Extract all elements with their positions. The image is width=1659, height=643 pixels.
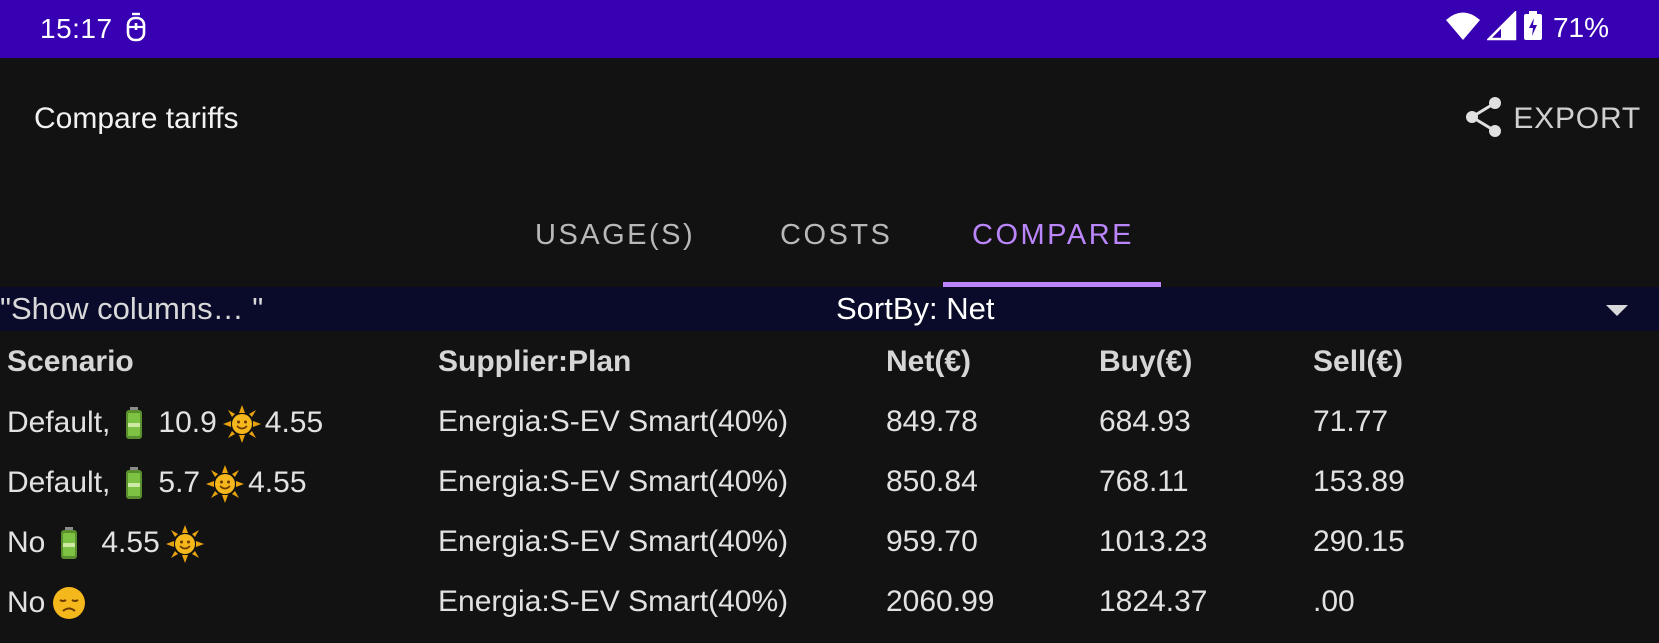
column-header-sell[interactable]: Sell(€) bbox=[1313, 345, 1403, 379]
scenario-cell: Default, 10.9 4.55 bbox=[7, 405, 324, 443]
sun-icon bbox=[206, 465, 245, 503]
net-cell: 849.78 bbox=[886, 405, 978, 438]
solar-value: 4.55 bbox=[264, 406, 324, 439]
export-label: EXPORT bbox=[1513, 102, 1641, 135]
solar-value: 4.55 bbox=[248, 466, 307, 499]
chevron-down-icon[interactable] bbox=[1606, 305, 1628, 316]
scenario-prefix: Default, bbox=[7, 466, 111, 499]
column-header-net[interactable]: Net(€) bbox=[886, 345, 971, 379]
battery-value: 5.7 bbox=[158, 466, 201, 499]
sun-icon bbox=[165, 525, 204, 563]
table-row[interactable]: Default, 5.7 4.55 Energia:S-EV Smart(40%… bbox=[0, 455, 1659, 515]
status-indicators: 71% bbox=[1445, 8, 1609, 48]
battery-icon bbox=[116, 405, 152, 441]
tab-compare[interactable]: COMPARE bbox=[972, 219, 1134, 269]
battery-icon bbox=[116, 465, 152, 501]
sort-by-dropdown[interactable]: SortBy: Net bbox=[836, 290, 995, 328]
column-header-buy[interactable]: Buy(€) bbox=[1099, 345, 1192, 379]
sun-icon bbox=[222, 405, 261, 443]
net-cell: 850.84 bbox=[886, 465, 978, 498]
scenario-prefix: No bbox=[7, 526, 46, 559]
accessibility-icon bbox=[124, 10, 148, 46]
battery-value: 10.9 bbox=[158, 406, 217, 439]
sell-cell: 290.15 bbox=[1313, 525, 1405, 558]
status-time: 15:17 bbox=[40, 13, 113, 44]
sell-cell: .00 bbox=[1313, 585, 1355, 618]
solar-value: 4.55 bbox=[101, 526, 160, 559]
sad-face-icon bbox=[51, 585, 87, 621]
show-columns-button[interactable]: "Show columns… " bbox=[0, 290, 263, 328]
table-header-row: Scenario Supplier:Plan Net(€) Buy(€) Sel… bbox=[0, 331, 1659, 395]
wifi-icon bbox=[1445, 11, 1481, 46]
battery-charging-icon bbox=[1523, 10, 1543, 46]
table-row[interactable]: No 4.55 Energia:S-EV Smart(40%) 959.70 1… bbox=[0, 515, 1659, 575]
scenario-cell: Default, 5.7 4.55 bbox=[7, 465, 307, 503]
table-row[interactable]: No Energia:S-EV Smart(40%) 2060.99 1824.… bbox=[0, 575, 1659, 635]
compare-table: Scenario Supplier:Plan Net(€) Buy(€) Sel… bbox=[0, 331, 1659, 635]
status-bar: 15:17 71% bbox=[0, 0, 1659, 58]
plan-cell: Energia:S-EV Smart(40%) bbox=[438, 525, 789, 558]
plan-cell: Energia:S-EV Smart(40%) bbox=[438, 465, 789, 498]
filter-bar: "Show columns… " SortBy: Net bbox=[0, 287, 1659, 331]
plan-cell: Energia:S-EV Smart(40%) bbox=[438, 585, 789, 618]
page-title: Compare tariffs bbox=[34, 102, 239, 135]
battery-icon bbox=[51, 525, 87, 561]
app-bar: Compare tariffs EXPORT bbox=[0, 58, 1659, 183]
tab-bar: USAGE(S) COSTS COMPARE bbox=[0, 183, 1659, 287]
signal-icon bbox=[1485, 9, 1517, 46]
tab-costs[interactable]: COSTS bbox=[780, 219, 892, 269]
scenario-cell: No 4.55 bbox=[7, 525, 204, 563]
sell-cell: 71.77 bbox=[1313, 405, 1389, 438]
plan-cell: Energia:S-EV Smart(40%) bbox=[438, 405, 789, 438]
tab-usages[interactable]: USAGE(S) bbox=[535, 219, 695, 269]
column-header-scenario[interactable]: Scenario bbox=[7, 345, 134, 379]
export-button[interactable]: EXPORT bbox=[1463, 96, 1641, 142]
column-header-supplier-plan[interactable]: Supplier:Plan bbox=[438, 345, 631, 379]
scenario-prefix: No bbox=[7, 586, 46, 619]
buy-cell: 684.93 bbox=[1099, 405, 1191, 438]
sell-cell: 153.89 bbox=[1313, 465, 1405, 498]
scenario-cell: No bbox=[7, 585, 87, 621]
buy-cell: 1824.37 bbox=[1099, 585, 1208, 618]
buy-cell: 768.11 bbox=[1099, 465, 1189, 498]
net-cell: 959.70 bbox=[886, 525, 978, 558]
scenario-prefix: Default, bbox=[7, 406, 111, 439]
table-row[interactable]: Default, 10.9 4.55 Energia:S-EV Smart(40… bbox=[0, 395, 1659, 455]
net-cell: 2060.99 bbox=[886, 585, 995, 618]
battery-percent: 71% bbox=[1552, 12, 1609, 43]
share-icon bbox=[1463, 95, 1505, 144]
buy-cell: 1013.23 bbox=[1099, 525, 1208, 558]
